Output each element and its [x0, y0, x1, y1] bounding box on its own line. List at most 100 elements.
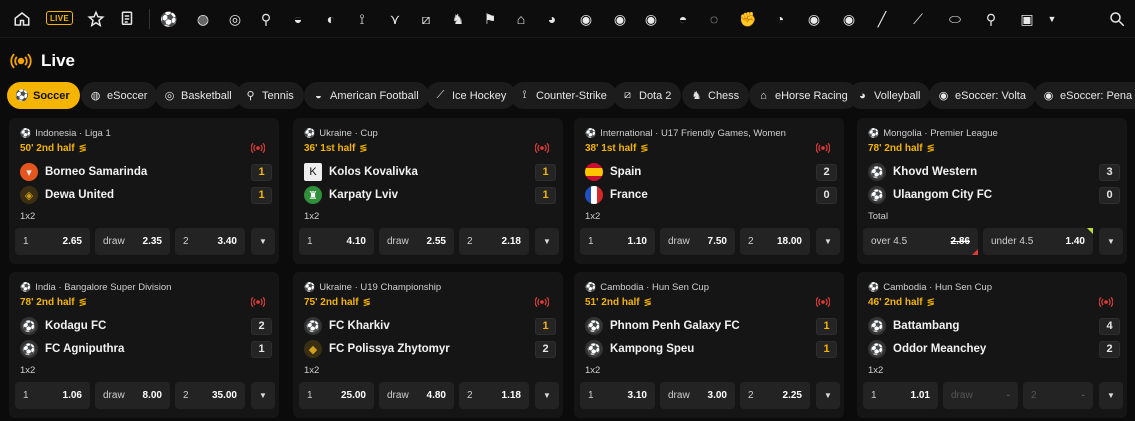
- odds-button-away[interactable]: 2 1.18: [459, 382, 529, 409]
- hockey-stick-icon[interactable]: ╱: [871, 8, 893, 30]
- chevron-down-icon[interactable]: ▼: [1041, 8, 1063, 30]
- odds-button-home[interactable]: 1 25.00: [299, 382, 374, 409]
- betslip-icon[interactable]: [116, 8, 138, 30]
- volleyball-icon[interactable]: ◕: [541, 8, 563, 30]
- chess-icon[interactable]: ♞: [447, 8, 469, 30]
- basketball-icon[interactable]: ◎: [224, 8, 246, 30]
- odds-button-home[interactable]: 1 1.10: [580, 228, 655, 255]
- ehockey-icon[interactable]: ◌: [703, 8, 725, 30]
- tab-ehorse-racing[interactable]: ⌂ eHorse Racing: [749, 82, 858, 109]
- live-stream-icon[interactable]: [816, 142, 830, 154]
- american-football-icon[interactable]: ◒: [287, 8, 309, 30]
- badminton-icon[interactable]: ⚲: [980, 8, 1002, 30]
- more-markets-button[interactable]: ▼: [535, 382, 559, 409]
- team-name: Borneo Samarinda: [45, 166, 148, 178]
- tab-basketball[interactable]: ◎ Basketball: [155, 82, 242, 109]
- more-markets-button[interactable]: ▼: [1099, 382, 1123, 409]
- esoccer-icon[interactable]: ◍: [192, 8, 214, 30]
- tab-chess[interactable]: ♞ Chess: [682, 82, 750, 109]
- odds-button-away[interactable]: 2 3.40: [175, 228, 245, 255]
- ice-hockey-icon: ⟋: [436, 89, 445, 101]
- more-markets-button[interactable]: ▼: [251, 382, 275, 409]
- odds-button-home[interactable]: 1 2.65: [15, 228, 90, 255]
- odds-button-under[interactable]: under 4.5 1.40: [983, 228, 1093, 255]
- tab-tennis[interactable]: ⚲ Tennis: [236, 82, 304, 109]
- more-markets-button[interactable]: ▼: [535, 228, 559, 255]
- odds-button-away[interactable]: 2 2.25: [740, 382, 810, 409]
- more-markets-button[interactable]: ▼: [816, 382, 840, 409]
- star-icon[interactable]: [85, 8, 107, 30]
- efighting-icon[interactable]: ✊: [737, 8, 759, 30]
- ecricket-icon[interactable]: ◉: [838, 8, 860, 30]
- dota2-icon[interactable]: ⧄: [415, 8, 437, 30]
- odds-button-draw[interactable]: draw 4.80: [379, 382, 454, 409]
- ehorse-racing-icon[interactable]: ⌂: [510, 8, 532, 30]
- odds-button-draw[interactable]: draw 2.35: [95, 228, 170, 255]
- match-card[interactable]: ⚽ Ukraine · U19 Championship 75' 2nd half…: [293, 272, 563, 418]
- more-markets-button[interactable]: ▼: [816, 228, 840, 255]
- more-markets-button[interactable]: ▼: [1099, 228, 1123, 255]
- esoccer-penalty-icon[interactable]: ◉: [609, 8, 631, 30]
- baseball-bat-icon[interactable]: ⟋: [907, 8, 929, 30]
- live-stream-icon[interactable]: [251, 296, 265, 308]
- racing-flag-icon[interactable]: ⚑: [479, 8, 501, 30]
- odds-button-draw[interactable]: draw 7.50: [660, 228, 735, 255]
- odds-button-draw[interactable]: draw 3.00: [660, 382, 735, 409]
- away-team: ◈ Dewa United 1: [20, 186, 272, 204]
- tab-esoccer[interactable]: ◍ eSoccer: [81, 82, 158, 109]
- counter-strike-2-icon[interactable]: ⟟: [351, 8, 373, 30]
- odds-button-away[interactable]: 2 2.18: [459, 228, 529, 255]
- match-card[interactable]: ⚽ India · Bangalore Super Division 78' 2n…: [9, 272, 279, 418]
- tab-soccer[interactable]: ⚽ Soccer: [7, 82, 80, 109]
- live-stream-icon[interactable]: [816, 296, 830, 308]
- tab-esoccer-penalty[interactable]: ◉ eSoccer: Pena: [1034, 82, 1135, 109]
- match-card[interactable]: ⚽ Indonesia · Liga 1 50' 2nd half ≶ ▾ Borne…: [9, 118, 279, 264]
- more-markets-button[interactable]: ▼: [251, 228, 275, 255]
- soccer-icon[interactable]: ⚽: [158, 8, 180, 30]
- tab-dota2[interactable]: ⧄ Dota 2: [613, 82, 682, 109]
- search-icon[interactable]: [1106, 8, 1128, 30]
- odds-button-home[interactable]: 1 3.10: [580, 382, 655, 409]
- chevron-down-icon: ▼: [259, 237, 267, 246]
- soccer-icon: ⚽: [868, 128, 880, 138]
- rugby-icon[interactable]: ⬭: [944, 8, 966, 30]
- match-card[interactable]: ⚽ Ukraine · Cup 36' 1st half ≶ K Kolos Kova…: [293, 118, 563, 264]
- match-card[interactable]: ⚽ Cambodia · Hun Sen Cup 46' 2nd half ≶ ⚽ B…: [857, 272, 1127, 418]
- home-team: K Kolos Kovalivka 1: [304, 163, 556, 181]
- counter-strike-icon[interactable]: ◐: [320, 8, 342, 30]
- tab-ice-hockey[interactable]: ⟋ Ice Hockey: [426, 82, 517, 109]
- match-time: 36' 1st half: [304, 143, 356, 154]
- live-stream-icon[interactable]: [1099, 296, 1113, 308]
- live-stream-icon[interactable]: [535, 296, 549, 308]
- odds-button-home[interactable]: 1 1.06: [15, 382, 90, 409]
- tab-counter-strike[interactable]: ⟟ Counter-Strike: [510, 82, 617, 109]
- tab-esoccer-volta[interactable]: ◉ eSoccer: Volta: [929, 82, 1036, 109]
- tab-volleyball[interactable]: ◕ Volleyball: [848, 82, 931, 109]
- live-stream-icon[interactable]: [251, 142, 265, 154]
- odds-button-over[interactable]: over 4.5 2.86: [863, 228, 978, 255]
- odds-button-away[interactable]: 2 18.00: [740, 228, 810, 255]
- esoccer-volta-icon[interactable]: ◉: [575, 8, 597, 30]
- valorant-icon[interactable]: ⋎: [384, 8, 406, 30]
- match-card[interactable]: ⚽ International · U17 Friendly Games, Wom…: [574, 118, 844, 264]
- odds-button-home[interactable]: 1 4.10: [299, 228, 374, 255]
- efootball-icon[interactable]: ◉: [803, 8, 825, 30]
- match-card[interactable]: ⚽ Mongolia · Premier League 78' 2nd half ≶…: [857, 118, 1127, 264]
- match-time: 38' 1st half: [585, 143, 637, 154]
- tab-american-football[interactable]: ◒ American Football: [304, 82, 429, 109]
- ebasketball-icon[interactable]: ◉: [640, 8, 662, 30]
- odds-button-draw[interactable]: draw 8.00: [95, 382, 170, 409]
- table-tennis-icon[interactable]: ◓: [672, 8, 694, 30]
- soccer-ball-icon: ⚽: [20, 340, 38, 358]
- odds-button-draw[interactable]: draw 2.55: [379, 228, 454, 255]
- home-icon[interactable]: [11, 8, 33, 30]
- odds-button-home[interactable]: 1 1.01: [863, 382, 938, 409]
- live-stream-icon[interactable]: [535, 142, 549, 154]
- match-card[interactable]: ⚽ Cambodia · Hun Sen Cup 51' 2nd half ≶ ⚽ P…: [574, 272, 844, 418]
- more-sports-icon[interactable]: ▣: [1016, 8, 1038, 30]
- team-score: 0: [1099, 186, 1120, 204]
- cricket-icon[interactable]: ◔: [769, 8, 791, 30]
- odds-button-away[interactable]: 2 35.00: [175, 382, 245, 409]
- tennis-icon[interactable]: ⚲: [255, 8, 277, 30]
- live-badge[interactable]: LIVE: [46, 11, 73, 25]
